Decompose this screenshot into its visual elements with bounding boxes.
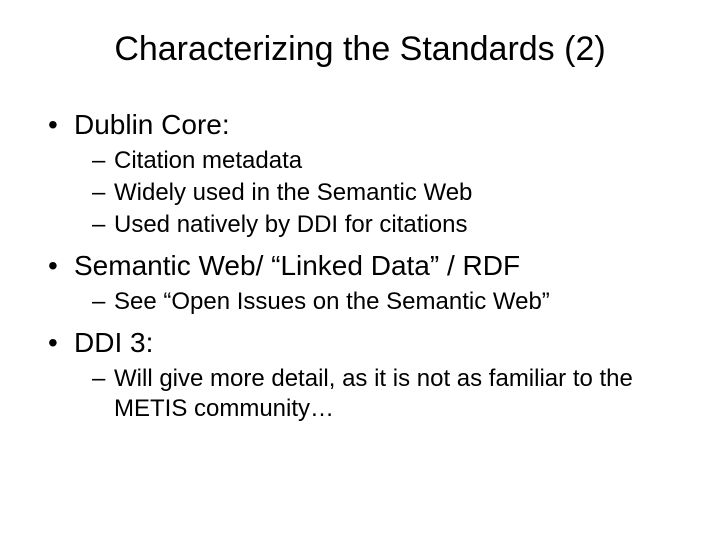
bullet-level1: Semantic Web/ “Linked Data” / RDF bbox=[30, 248, 690, 283]
bullet-level1: Dublin Core: bbox=[30, 107, 690, 142]
bullet-text: Dublin Core: bbox=[74, 109, 230, 140]
bullet-level2: Widely used in the Semantic Web bbox=[30, 178, 690, 208]
bullet-text: Semantic Web/ “Linked Data” / RDF bbox=[74, 250, 520, 281]
bullet-level2: Citation metadata bbox=[30, 146, 690, 176]
bullet-text: See “Open Issues on the Semantic Web” bbox=[114, 288, 550, 315]
bullet-level2: Will give more detail, as it is not as f… bbox=[30, 364, 690, 424]
bullet-text: Citation metadata bbox=[114, 147, 302, 174]
bullet-level2: Used natively by DDI for citations bbox=[30, 210, 690, 240]
slide: Characterizing the Standards (2) Dublin … bbox=[0, 0, 720, 540]
bullet-text: Widely used in the Semantic Web bbox=[114, 179, 472, 206]
bullet-level1: DDI 3: bbox=[30, 325, 690, 360]
slide-title: Characterizing the Standards (2) bbox=[30, 30, 690, 69]
bullet-text: Will give more detail, as it is not as f… bbox=[114, 365, 633, 422]
bullet-level2: See “Open Issues on the Semantic Web” bbox=[30, 287, 690, 317]
bullet-text: DDI 3: bbox=[74, 327, 153, 358]
bullet-text: Used natively by DDI for citations bbox=[114, 211, 467, 238]
